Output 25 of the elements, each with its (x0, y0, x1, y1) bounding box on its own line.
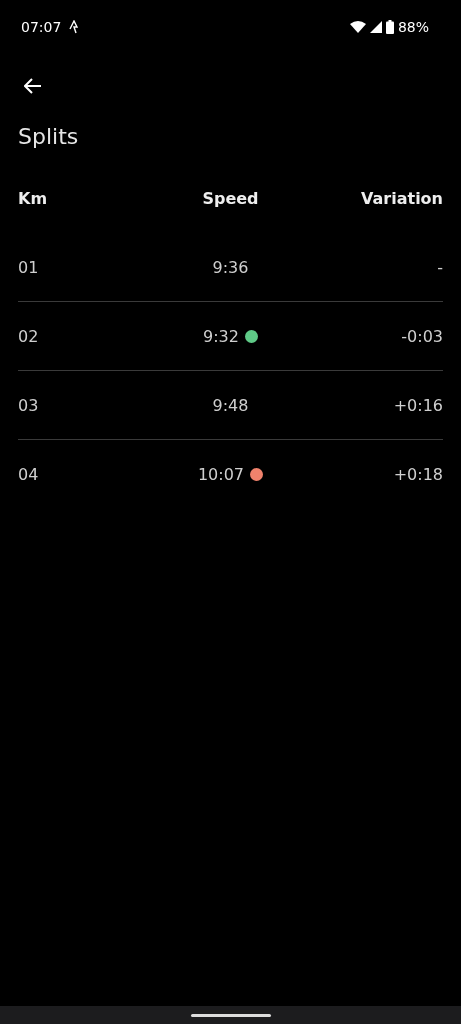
activity-icon (69, 20, 80, 34)
page-title: Splits (18, 124, 80, 149)
table-cell: 10:07 (197, 464, 245, 484)
table-cell: - (437, 257, 443, 277)
back-button[interactable] (22, 76, 44, 96)
table-cell: 01 (18, 257, 39, 277)
table-cell: +0:16 (393, 395, 443, 415)
table-cell: 03 (18, 395, 39, 415)
battery-icon (385, 20, 394, 34)
table-cell: -0:03 (401, 326, 443, 346)
column-header: Variation (361, 188, 443, 208)
table-cell: 04 (18, 464, 39, 484)
signal-icon (369, 21, 382, 33)
wifi-icon (349, 21, 366, 33)
column-header: Speed (202, 188, 259, 208)
column-header: Km (18, 188, 48, 208)
home-handle[interactable] (190, 1013, 271, 1017)
table-cell: 02 (18, 326, 39, 346)
table-cell: 9:36 (212, 257, 249, 277)
status-time: 07:07 (21, 19, 62, 35)
table-cell: 9:32 (203, 326, 239, 346)
battery-percent: 88% (397, 19, 429, 35)
table-cell: 9:48 (212, 395, 249, 415)
back-arrow-icon (24, 78, 42, 94)
table-cell: +0:18 (393, 464, 443, 484)
